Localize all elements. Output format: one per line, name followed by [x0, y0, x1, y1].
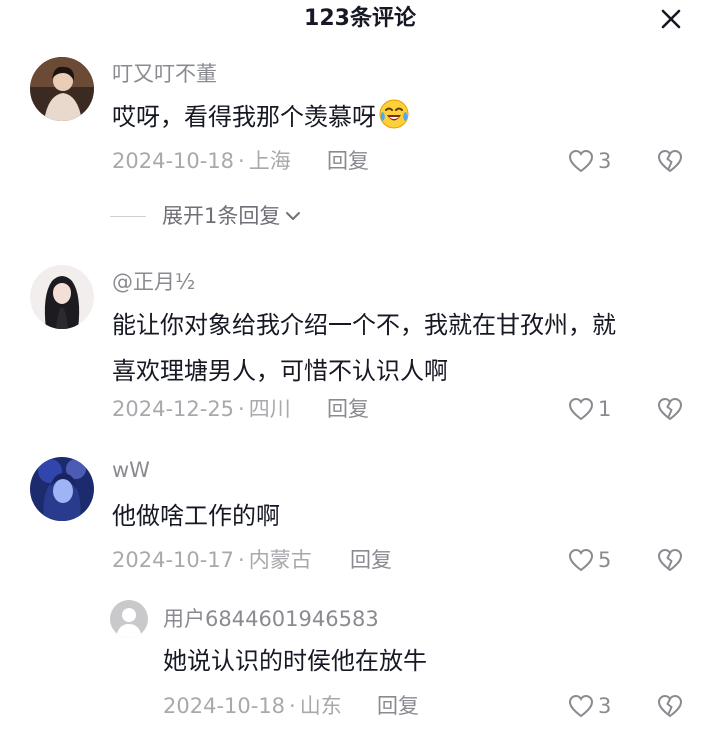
avatar[interactable]: [110, 600, 148, 638]
avatar[interactable]: [30, 457, 94, 521]
comment-username[interactable]: @正月½: [112, 268, 195, 296]
reply-meta: 2024-10-18 · 山东: [163, 691, 342, 721]
heart-icon: [568, 397, 594, 421]
comment-date: 2024-10-18: [112, 149, 235, 173]
like-button[interactable]: 3: [567, 146, 611, 176]
comment-count-title: 123条评论: [304, 6, 416, 31]
comment-location: 上海: [248, 149, 291, 173]
reply-username[interactable]: 用户6844601946583: [163, 605, 379, 633]
meta-separator: ·: [238, 397, 245, 421]
comment-date: 2024-12-25: [112, 397, 235, 421]
broken-heart-icon[interactable]: [656, 546, 684, 574]
comment-meta: 2024-10-17 · 内蒙古: [112, 545, 312, 575]
reply-button[interactable]: 回复: [327, 146, 369, 176]
comment-location: 内蒙古: [248, 548, 312, 572]
broken-heart-icon[interactable]: [656, 147, 684, 175]
reply-button[interactable]: 回复: [327, 394, 369, 424]
reply-button[interactable]: 回复: [377, 691, 419, 721]
reply-location: 山东: [299, 694, 342, 718]
comment-body: 哎呀，看得我那个羡慕呀: [112, 103, 376, 131]
laughing-tears-emoji-icon: [378, 98, 410, 130]
comment-meta: 2024-12-25 · 四川: [112, 394, 291, 424]
avatar[interactable]: [30, 57, 94, 121]
comment-body-line-1: 能让你对象给我介绍一个不，我就在甘孜州，就: [112, 311, 616, 339]
broken-heart-icon[interactable]: [656, 692, 684, 720]
comment-username[interactable]: 叮又叮不董: [112, 60, 217, 88]
expand-replies-label: 展开1条回复: [162, 204, 281, 228]
meta-separator: ·: [238, 548, 245, 572]
reply-body: 她说认识的时侯他在放牛: [163, 647, 427, 675]
like-count: 3: [598, 149, 612, 173]
like-button[interactable]: 1: [567, 394, 611, 424]
comment-text: 他做啥工作的啊: [112, 493, 280, 539]
meta-separator: ·: [238, 149, 245, 173]
comments-panel: 123条评论 叮又叮不董 哎呀，看得我那个羡慕呀 2024-10-18 · 上海…: [0, 0, 720, 730]
reply-button[interactable]: 回复: [350, 545, 392, 575]
like-count: 3: [598, 694, 612, 718]
heart-icon: [568, 149, 594, 173]
broken-heart-icon[interactable]: [656, 395, 684, 423]
comment-body-line-2: 喜欢理塘男人，可惜不认识人啊: [112, 357, 448, 385]
heart-icon: [568, 694, 594, 718]
like-button[interactable]: 5: [567, 545, 611, 575]
comment-body: 他做啥工作的啊: [112, 502, 280, 530]
like-button[interactable]: 3: [567, 691, 611, 721]
comment-text: 能让你对象给我介绍一个不，我就在甘孜州，就 喜欢理塘男人，可惜不认识人啊: [112, 302, 616, 394]
comment-date: 2024-10-17: [112, 548, 235, 572]
like-count: 5: [598, 548, 612, 572]
expand-divider: [110, 215, 146, 217]
reply-text: 她说认识的时侯他在放牛: [163, 638, 427, 684]
meta-separator: ·: [289, 694, 296, 718]
heart-icon: [568, 548, 594, 572]
avatar[interactable]: [30, 265, 94, 329]
chevron-down-icon: [286, 212, 301, 220]
comment-location: 四川: [248, 397, 291, 421]
comment-text: 哎呀，看得我那个羡慕呀: [112, 94, 410, 140]
like-count: 1: [598, 397, 612, 421]
close-icon[interactable]: [656, 4, 686, 34]
comment-username[interactable]: wW: [112, 456, 150, 484]
comment-meta: 2024-10-18 · 上海: [112, 146, 291, 176]
expand-replies-button[interactable]: 展开1条回复: [110, 201, 302, 231]
reply-date: 2024-10-18: [163, 694, 286, 718]
